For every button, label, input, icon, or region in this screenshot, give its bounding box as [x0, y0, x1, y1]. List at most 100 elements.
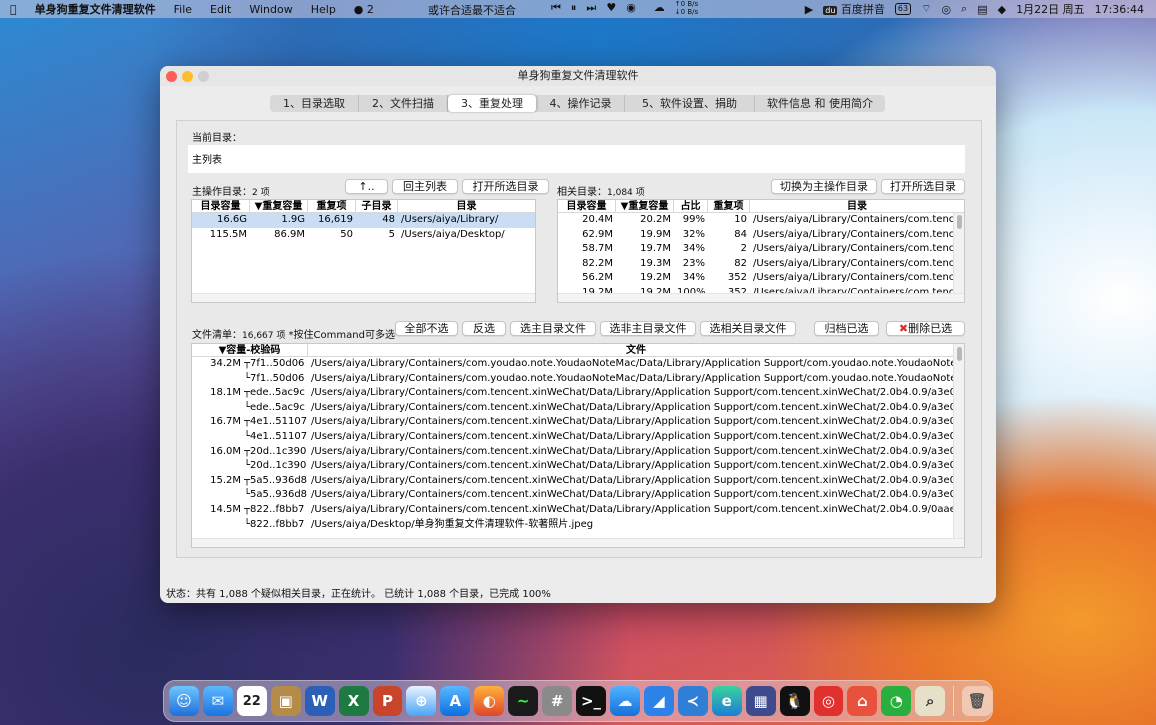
col-file[interactable]: 文件 — [308, 344, 964, 356]
edge-icon[interactable]: e — [711, 686, 742, 716]
col-dir[interactable]: 目录 — [398, 200, 535, 212]
table-row[interactable]: └7f1..50d06/Users/aiya/Library/Container… — [192, 372, 964, 387]
related-dirs-table[interactable]: 目录容量 ▼重复容量 占比 重复项 目录 20.4M 20.2M 99% 10/Use… — [557, 199, 965, 303]
select-non-main-files-button[interactable]: 选非主目录文件 — [600, 321, 696, 336]
virtualbox-icon[interactable]: ▦ — [745, 686, 776, 716]
archive-utility-icon[interactable]: ▣ — [270, 686, 301, 716]
col-dup-items[interactable]: 重复项 — [308, 200, 356, 212]
next-track-icon[interactable]: ⏭ — [586, 1, 596, 16]
powerpoint-icon[interactable]: P — [372, 686, 403, 716]
table-row[interactable]: 20.4M 20.2M 99% 10/Users/aiya/Library/Conta… — [558, 213, 964, 228]
table-row[interactable]: └4e1..51107/Users/aiya/Library/Container… — [192, 430, 964, 445]
file-list-hscroll[interactable] — [192, 538, 964, 547]
file-list-vscroll[interactable] — [953, 344, 964, 540]
col-ratio[interactable]: 占比 — [674, 200, 708, 212]
select-none-button[interactable]: 全部不选 — [395, 321, 458, 336]
invert-selection-button[interactable]: 反选 — [462, 321, 506, 336]
menu-app-name[interactable]: 单身狗重复文件清理软件 — [35, 1, 156, 17]
previous-track-icon[interactable]: ⏮ — [551, 1, 561, 16]
table-row[interactable]: 15.2M ┬5a5..936d8/Users/aiya/Library/Cont… — [192, 474, 964, 489]
col-dir-size[interactable]: 目录容量 — [558, 200, 616, 212]
network-speed[interactable]: ↑0 B/s ↓0 B/s — [675, 0, 698, 16]
col-dir[interactable]: 目录 — [750, 200, 964, 212]
table-row[interactable]: 82.2M 19.3M 23% 82/Users/aiya/Library/Conta… — [558, 257, 964, 272]
tab-about[interactable]: 软件信息 和 使用简介 — [755, 95, 885, 112]
word-icon[interactable]: W — [304, 686, 335, 716]
table-row[interactable]: 16.0M ┬20d..1c390/Users/aiya/Library/Cont… — [192, 445, 964, 460]
menu-help[interactable]: Help — [311, 3, 336, 16]
table-row[interactable]: 18.1M ┬ede..5ac9c/Users/aiya/Library/Cont… — [192, 386, 964, 401]
wechat-icon[interactable]: ◔ — [881, 686, 912, 716]
table-row[interactable]: └822..f8bb7/Users/aiya/Desktop/单身狗重复文件清理… — [192, 518, 964, 533]
minimize-window-button[interactable] — [182, 71, 193, 82]
table-row[interactable]: └5a5..936d8/Users/aiya/Library/Container… — [192, 488, 964, 503]
siri-icon[interactable]: ◆ — [998, 3, 1006, 16]
col-size-checksum[interactable]: ▼容量-校验码 — [192, 344, 308, 356]
app-store-icon[interactable]: A — [440, 686, 471, 716]
qq-icon[interactable]: 🐧 — [779, 686, 810, 716]
cloud-icon[interactable]: ☁ — [654, 1, 665, 16]
related-vscroll[interactable] — [953, 213, 964, 293]
now-playing-song[interactable]: 或许合适最不适合 — [428, 2, 516, 18]
file-list-table[interactable]: ▼容量-校验码 文件 34.2M ┬7f1..50d06/Users/aiya/L… — [191, 343, 965, 548]
delete-selected-button[interactable]: ✖删除已选 — [886, 321, 965, 336]
col-dup-size[interactable]: ▼重复容量 — [250, 200, 308, 212]
select-main-dir-files-button[interactable]: 选主目录文件 — [510, 321, 596, 336]
table-row[interactable]: 16.7M ┬4e1..51107/Users/aiya/Library/Cont… — [192, 415, 964, 430]
apple-icon[interactable]:  — [10, 3, 17, 16]
vscode-icon[interactable]: ≺ — [677, 686, 708, 716]
col-dir-size[interactable]: 目录容量 — [192, 200, 250, 212]
table-row[interactable]: └ede..5ac9c/Users/aiya/Library/Container… — [192, 401, 964, 416]
table-row[interactable]: 34.2M ┬7f1..50d06/Users/aiya/Library/Cont… — [192, 357, 964, 372]
tab-scan[interactable]: 2、文件扫描 — [359, 95, 448, 112]
select-related-files-button[interactable]: 选相关目录文件 — [700, 321, 796, 336]
music-icon[interactable]: ◉ — [626, 1, 636, 16]
user-icon[interactable]: ◎ — [941, 3, 951, 16]
table-row[interactable]: 62.9M 19.9M 32% 84/Users/aiya/Library/Conta… — [558, 228, 964, 243]
open-selected-dir-button[interactable]: 打开所选目录 — [462, 179, 549, 194]
col-dup-size[interactable]: ▼重复容量 — [616, 200, 674, 212]
archive-selected-button[interactable]: 归档已选 — [814, 321, 879, 336]
col-dup-items[interactable]: 重复项 — [708, 200, 750, 212]
table-row[interactable]: 58.7M 19.7M 34% 2/Users/aiya/Library/Contai… — [558, 242, 964, 257]
search-icon[interactable]: ⌕ — [961, 2, 967, 16]
col-subdirs[interactable]: 子目录 — [356, 200, 398, 212]
related-vscroll-thumb[interactable] — [957, 215, 962, 229]
finder-icon[interactable]: ☺ — [169, 686, 199, 716]
main-dirs-table[interactable]: 目录容量 ▼重复容量 重复项 子目录 目录 16.6G 1.9G 16,619 … — [191, 199, 536, 303]
table-row[interactable]: 16.6G 1.9G 16,619 48 /Users/aiya/Library… — [192, 213, 535, 228]
table-row[interactable]: 115.5M 86.9M 50 5 /Users/aiya/Desktop/ — [192, 228, 535, 243]
firefox-icon[interactable]: ◐ — [474, 686, 505, 716]
back-to-main-list-button[interactable]: 回主列表 — [392, 179, 458, 194]
menu-date[interactable]: 1月22日 周五 — [1016, 1, 1085, 17]
preview-icon[interactable]: ⌕ — [915, 686, 946, 716]
heart-icon[interactable]: ♥ — [606, 1, 616, 16]
tab-select-dir[interactable]: 1、目录选取 — [270, 95, 359, 112]
safari-icon[interactable]: ⊕ — [406, 686, 437, 716]
calendar-icon[interactable]: 22 — [236, 686, 267, 716]
close-window-button[interactable] — [166, 71, 177, 82]
wechat-status[interactable]: ● 2 — [354, 3, 374, 16]
wifi-icon[interactable]: ⌔ — [921, 2, 931, 16]
control-center-icon[interactable]: ▤ — [977, 3, 987, 16]
zoom-window-button[interactable] — [198, 71, 209, 82]
open-related-dir-button[interactable]: 打开所选目录 — [881, 179, 965, 194]
netease-music-icon[interactable]: ◎ — [813, 686, 844, 716]
table-row[interactable]: └20d..1c390/Users/aiya/Library/Container… — [192, 459, 964, 474]
menu-window[interactable]: Window — [249, 3, 292, 16]
calculator-icon[interactable]: # — [542, 686, 573, 716]
activity-monitor-icon[interactable]: ~ — [508, 686, 539, 716]
feishu-icon[interactable]: ◢ — [643, 686, 674, 716]
play-circle-icon[interactable]: ▶ — [805, 3, 813, 16]
mail-icon[interactable]: ✉ — [202, 686, 233, 716]
pause-icon[interactable]: ⏸ — [571, 1, 577, 16]
trash-icon[interactable]: 🗑 — [962, 686, 993, 716]
ime-indicator[interactable]: du 百度拼音 — [823, 1, 885, 17]
battery-indicator[interactable]: 63 — [894, 3, 912, 15]
cloud-drive-icon[interactable]: ☁ — [609, 686, 640, 716]
menu-edit[interactable]: Edit — [210, 3, 231, 16]
menu-time[interactable]: 17:36:44 — [1095, 3, 1144, 16]
doghouse-app-icon[interactable]: ⌂ — [847, 686, 878, 716]
parent-dir-button[interactable]: ↑.. — [345, 179, 388, 194]
switch-main-dir-button[interactable]: 切换为主操作目录 — [771, 179, 877, 194]
